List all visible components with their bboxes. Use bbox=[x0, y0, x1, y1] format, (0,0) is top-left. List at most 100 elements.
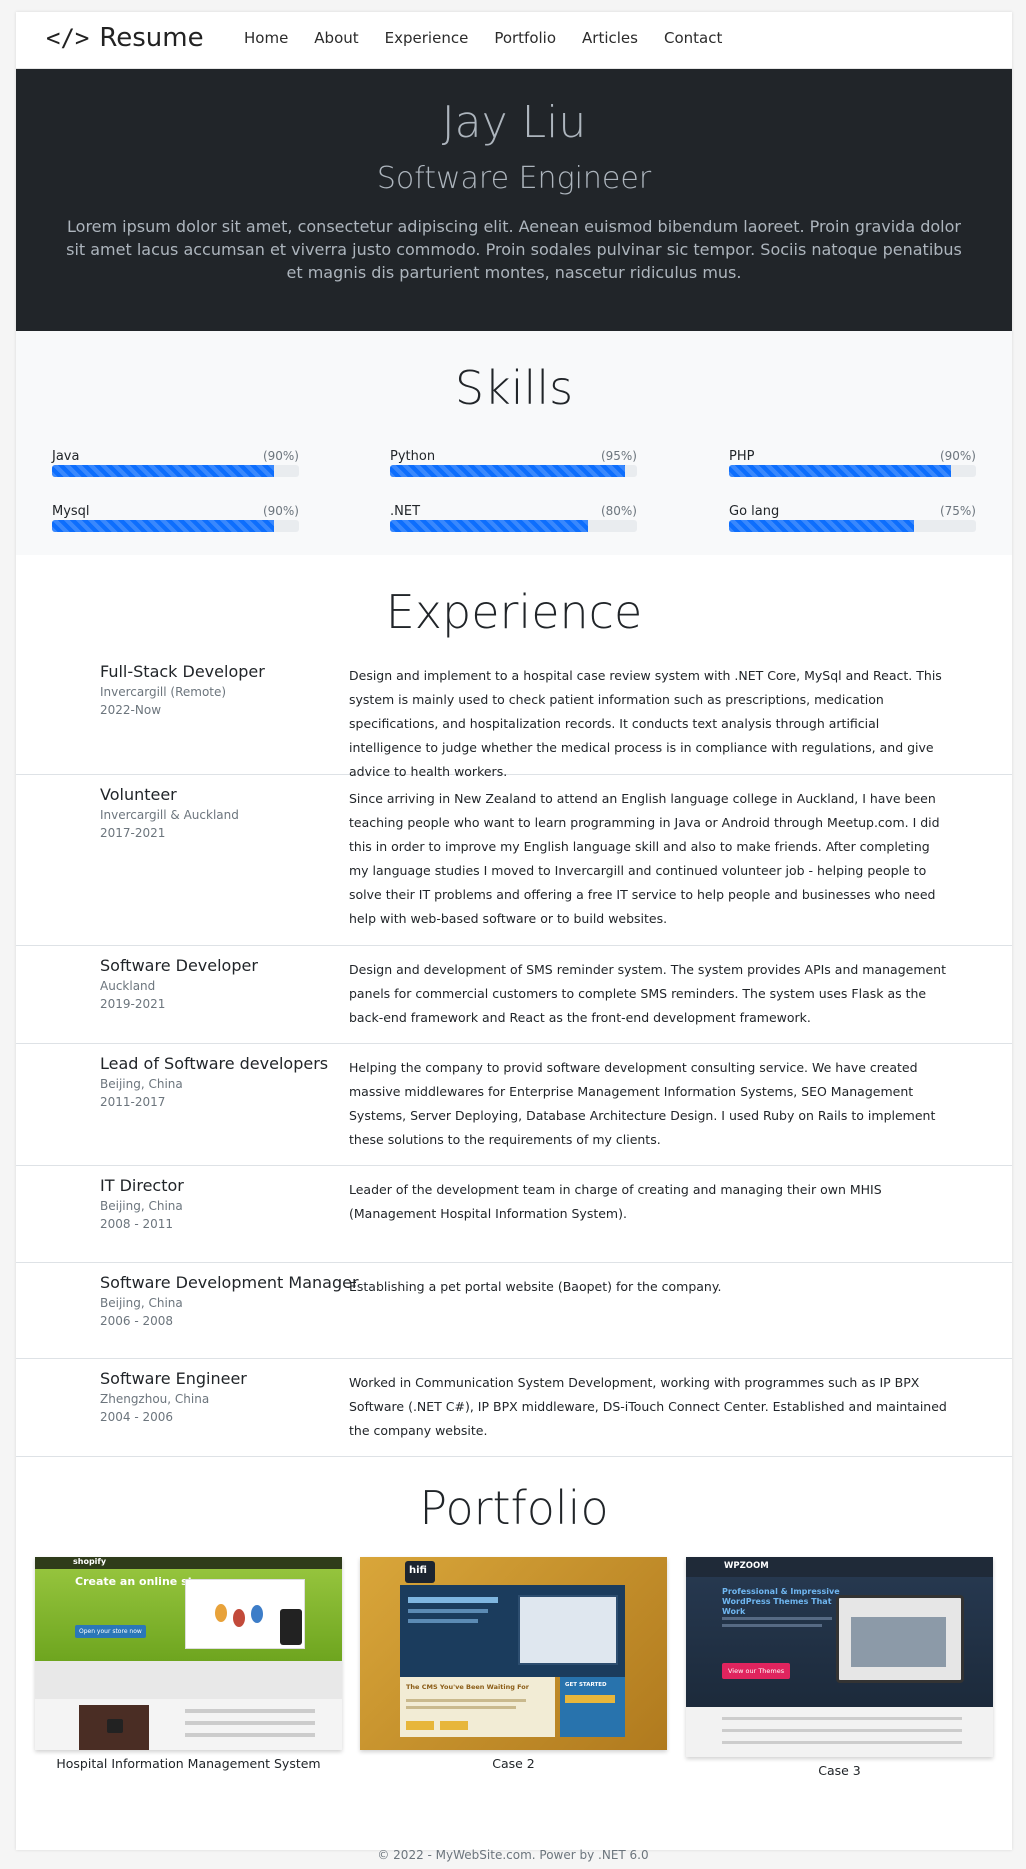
skill-python: Python (95%) bbox=[390, 449, 637, 479]
job-title: Volunteer bbox=[100, 785, 177, 804]
nav-home[interactable]: Home bbox=[231, 29, 301, 47]
portfolio-caption[interactable]: Case 2 bbox=[360, 1756, 667, 1771]
skill-progress-fill bbox=[390, 465, 625, 477]
skill-progress-fill bbox=[52, 465, 275, 477]
skill-name: Python bbox=[390, 449, 436, 464]
skill-php: PHP (90%) bbox=[729, 449, 976, 479]
skill-progress-bar bbox=[729, 520, 976, 532]
experience-item: Software Engineer Zhengzhou, China 2004 … bbox=[16, 1359, 1012, 1457]
job-title: Lead of Software developers bbox=[100, 1054, 329, 1073]
job-years: 2006 - 2008 bbox=[100, 1314, 174, 1328]
portfolio-card[interactable]: WPZOOM Professional & Impressive WordPre… bbox=[686, 1557, 993, 1778]
nav-articles[interactable]: Articles bbox=[569, 29, 651, 47]
skill-name: PHP bbox=[729, 449, 755, 464]
job-title: Software Engineer bbox=[100, 1369, 247, 1388]
skill-progress-bar bbox=[729, 465, 976, 477]
skill-percent: (75%) bbox=[939, 504, 976, 518]
job-location: Beijing, China bbox=[100, 1077, 183, 1091]
experience-item: Software Development Manager Beijing, Ch… bbox=[16, 1263, 1012, 1359]
skill-percent: (90%) bbox=[262, 504, 299, 518]
nav-about[interactable]: About bbox=[301, 29, 371, 47]
job-location: Beijing, China bbox=[100, 1296, 183, 1310]
portfolio-card[interactable]: hifi The CMS You've Been Waiting For GET… bbox=[360, 1557, 667, 1771]
job-title: Software Developer bbox=[100, 956, 258, 975]
job-years: 2011-2017 bbox=[100, 1095, 166, 1109]
thumb-brand: shopify bbox=[73, 1557, 107, 1566]
skill-dotnet: .NET (80%) bbox=[390, 504, 637, 534]
job-years: 2008 - 2011 bbox=[100, 1217, 174, 1231]
skill-java: Java (90%) bbox=[52, 449, 299, 479]
skill-progress-fill bbox=[729, 520, 915, 532]
skill-mysql: Mysql (90%) bbox=[52, 504, 299, 534]
job-description: Design and implement to a hospital case … bbox=[349, 668, 942, 779]
portfolio-title: Portfolio bbox=[419, 1481, 609, 1535]
job-description: Worked in Communication System Developme… bbox=[349, 1375, 947, 1438]
job-description: Since arriving in New Zealand to attend … bbox=[349, 791, 940, 926]
nav-portfolio[interactable]: Portfolio bbox=[481, 29, 569, 47]
skill-golang: Go lang (75%) bbox=[729, 504, 976, 534]
thumb-headline: Professional & Impressive WordPress Them… bbox=[722, 1587, 840, 1616]
skill-progress-bar bbox=[52, 465, 299, 477]
thumb-button: GET STARTED bbox=[565, 1682, 607, 1688]
job-description: Design and development of SMS reminder s… bbox=[349, 962, 947, 1025]
portfolio-thumbnail[interactable]: WPZOOM Professional & Impressive WordPre… bbox=[686, 1557, 993, 1757]
experience-item: IT Director Beijing, China 2008 - 2011 L… bbox=[16, 1166, 1012, 1263]
skill-percent: (90%) bbox=[939, 449, 976, 463]
hero-section: Jay Liu Software Engineer Lorem ipsum do… bbox=[16, 69, 1012, 331]
experience-item: Software Developer Auckland 2019-2021 De… bbox=[16, 946, 1012, 1044]
job-years: 2004 - 2006 bbox=[100, 1410, 174, 1424]
footer: © 2022 - MyWebSite.com. Power by .NET 6.… bbox=[377, 1848, 649, 1862]
skill-name: Mysql bbox=[52, 504, 90, 519]
job-location: Zhengzhou, China bbox=[100, 1392, 210, 1406]
hero-name: Jay Liu bbox=[441, 97, 587, 148]
thumb-hero: Create an online store Open your store n… bbox=[35, 1569, 342, 1661]
code-icon: </> bbox=[46, 24, 90, 52]
job-location: Beijing, China bbox=[100, 1199, 183, 1213]
portfolio-card[interactable]: shopify Create an online store Open your… bbox=[35, 1557, 342, 1771]
portfolio-caption[interactable]: Hospital Information Management System bbox=[35, 1756, 342, 1771]
thumb-headline: The CMS You've Been Waiting For bbox=[406, 1683, 529, 1691]
skill-progress-fill bbox=[729, 465, 952, 477]
job-title: Full-Stack Developer bbox=[100, 662, 265, 681]
thumb-button: View our Themes bbox=[722, 1663, 791, 1679]
job-title: IT Director bbox=[100, 1176, 184, 1195]
skill-percent: (80%) bbox=[600, 504, 637, 518]
skill-progress-bar bbox=[390, 520, 637, 532]
page: </> Resume Home About Experience Portfol… bbox=[16, 12, 1012, 1850]
nav-contact[interactable]: Contact bbox=[651, 29, 735, 47]
skills-section: Skills Java (90%) Python (95%) PHP (90%)… bbox=[16, 331, 1012, 555]
job-description: Leader of the development team in charge… bbox=[349, 1182, 882, 1221]
job-description: Establishing a pet portal website (Baope… bbox=[349, 1279, 722, 1294]
job-location: Invercargill (Remote) bbox=[100, 685, 227, 699]
experience-item: Full-Stack Developer Invercargill (Remot… bbox=[16, 652, 1012, 779]
skill-name: .NET bbox=[390, 504, 421, 519]
thumb-button: Open your store now bbox=[75, 1625, 146, 1638]
skill-percent: (95%) bbox=[600, 449, 637, 463]
skill-name: Java bbox=[52, 449, 80, 464]
thumb-topbar: shopify bbox=[35, 1557, 342, 1569]
skill-progress-fill bbox=[390, 520, 588, 532]
portfolio-caption[interactable]: Case 3 bbox=[686, 1763, 993, 1778]
job-years: 2019-2021 bbox=[100, 997, 166, 1011]
experience-title: Experience bbox=[385, 585, 643, 639]
hero-intro: Lorem ipsum dolor sit amet, consectetur … bbox=[66, 217, 962, 282]
job-years: 2022-Now bbox=[100, 703, 162, 717]
navbar: </> Resume Home About Experience Portfol… bbox=[16, 12, 1012, 69]
portfolio-thumbnail[interactable]: hifi The CMS You've Been Waiting For GET… bbox=[360, 1557, 667, 1750]
nav-menu: Home About Experience Portfolio Articles… bbox=[231, 29, 735, 47]
skill-name: Go lang bbox=[729, 504, 780, 519]
skill-progress-bar bbox=[390, 465, 637, 477]
portfolio-thumbnail[interactable]: shopify Create an online store Open your… bbox=[35, 1557, 342, 1750]
job-title: Software Development Manager bbox=[100, 1273, 359, 1292]
thumb-brand: WPZOOM bbox=[724, 1561, 769, 1571]
nav-experience[interactable]: Experience bbox=[372, 29, 482, 47]
brand-text: Resume bbox=[99, 23, 204, 53]
skills-title: Skills bbox=[454, 361, 574, 415]
brand-logo[interactable]: </> Resume bbox=[46, 23, 204, 53]
experience-item: Lead of Software developers Beijing, Chi… bbox=[16, 1044, 1012, 1166]
experience-item: Volunteer Invercargill & Auckland 2017-2… bbox=[16, 775, 1012, 946]
skill-percent: (90%) bbox=[262, 449, 299, 463]
job-years: 2017-2021 bbox=[100, 826, 166, 840]
skill-progress-bar bbox=[52, 520, 299, 532]
hero-role: Software Engineer bbox=[376, 161, 652, 196]
